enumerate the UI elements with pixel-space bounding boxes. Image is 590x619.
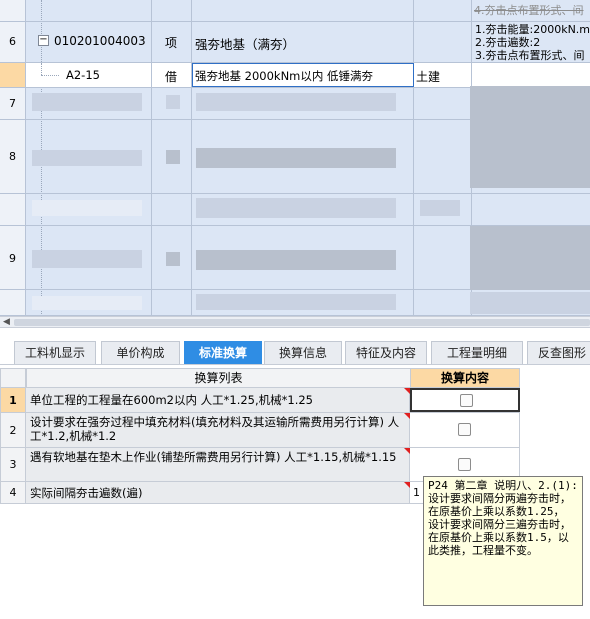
blurred-content: [166, 252, 180, 266]
row-number: 2: [0, 413, 26, 447]
conversion-text: 单位工程的工程量在600m2以内 人工*1.25,机械*1.25: [26, 388, 410, 412]
item-name: 强夯地基（满夯）: [192, 22, 414, 62]
conversion-row-2[interactable]: 2 设计要求在强夯过程中填充材料(填充材料及其运输所需费用另行计算) 人工*1.…: [0, 413, 520, 448]
blurred-content: [166, 95, 180, 109]
blurred-content: [32, 93, 142, 111]
detail-tabs: 工料机显示 单价构成 标准换算 换算信息 特征及内容 工程量明细 反查图形: [0, 329, 590, 365]
tab-standard-conversion[interactable]: 标准换算: [184, 341, 262, 364]
grid-row-6[interactable]: 6 − 010201004003 项 强夯地基（满夯） 1.夯击能量:2000k…: [0, 22, 590, 63]
blurred-content: [420, 200, 460, 216]
blurred-content: [196, 148, 396, 168]
blurred-content: [196, 294, 396, 310]
conversion-value: 1: [413, 486, 420, 499]
blurred-content: [32, 200, 142, 216]
scrollbar-thumb[interactable]: [14, 319, 590, 326]
quota-type: 借: [152, 63, 192, 87]
horizontal-scrollbar[interactable]: ◀: [0, 316, 590, 328]
row-number: 1: [0, 388, 26, 412]
conversion-row-1[interactable]: 1 单位工程的工程量在600m2以内 人工*1.25,机械*1.25: [0, 388, 520, 413]
conversion-text: 遇有软地基在垫木上作业(铺垫所需费用另行计算) 人工*1.15,机械*1.15: [26, 448, 410, 481]
blurred-content: [166, 150, 180, 164]
conversion-text: 设计要求在强夯过程中填充材料(填充材料及其运输所需费用另行计算) 人工*1.2,…: [26, 413, 410, 447]
conversion-checkbox[interactable]: [458, 423, 471, 436]
blurred-content: [196, 93, 396, 111]
conversion-content-header: 换算内容: [410, 368, 520, 388]
row-number: 4: [0, 482, 26, 503]
quota-name-cell[interactable]: 强夯地基 2000kNm以内 低锤满夯: [192, 63, 414, 87]
tree-branch: [41, 63, 42, 75]
tab-unit-price[interactable]: 单价构成: [101, 341, 180, 364]
corner-header: [0, 368, 26, 388]
conversion-text: 实际间隔夯击遍数(遍): [26, 482, 410, 503]
conversion-checkbox[interactable]: [460, 394, 473, 407]
blurred-content: [32, 150, 142, 166]
blurred-content: [196, 250, 396, 270]
tab-conversion-info[interactable]: 换算信息: [264, 341, 342, 364]
conversion-value-cell[interactable]: [410, 388, 520, 412]
blurred-content: [470, 226, 590, 290]
tree-branch-h: [41, 75, 59, 76]
budget-grid: 4.夯击点布置形式、间 6 − 010201004003 项 强夯地基（满夯） …: [0, 0, 590, 316]
scroll-left-icon[interactable]: ◀: [3, 317, 10, 327]
quota-name: 强夯地基 2000kNm以内 低锤满夯: [195, 69, 374, 83]
grid-row-quota[interactable]: A2-15 借 强夯地基 2000kNm以内 低锤满夯 土建: [0, 63, 590, 88]
collapse-icon[interactable]: −: [38, 35, 49, 46]
conversion-checkbox[interactable]: [458, 458, 471, 471]
blurred-content: [32, 250, 142, 268]
rule-tooltip: P24 第二章 说明八、2.(1): 设计要求间隔分两遍夯击时，在原基价上乘以系…: [423, 476, 583, 606]
blurred-content: [32, 296, 142, 310]
blurred-content: [196, 198, 396, 218]
tab-quantity-detail[interactable]: 工程量明细: [431, 341, 523, 364]
item-code: 010201004003: [54, 34, 146, 48]
grid-row[interactable]: 4.夯击点布置形式、间: [0, 0, 590, 22]
quota-specialty: 土建: [414, 63, 472, 87]
feature-cell: 4.夯击点布置形式、间: [474, 4, 584, 17]
conversion-value-cell[interactable]: [410, 413, 520, 447]
blurred-content: [470, 86, 590, 124]
conversion-list-header: 换算列表: [26, 368, 411, 388]
row-number: 6: [0, 22, 26, 62]
tab-features[interactable]: 特征及内容: [345, 341, 427, 364]
blurred-content: [470, 124, 590, 188]
quota-code: A2-15: [66, 68, 100, 82]
tab-labor-material[interactable]: 工料机显示: [14, 341, 96, 364]
item-type: 项: [152, 22, 192, 62]
row-number: 3: [0, 448, 26, 481]
blurred-content: [470, 292, 590, 314]
item-features: 1.夯击能量:2000kN.m 2.夯击遍数:2 3.夯击点布置形式、间: [475, 23, 590, 62]
tab-reverse-lookup[interactable]: 反查图形: [527, 341, 590, 364]
